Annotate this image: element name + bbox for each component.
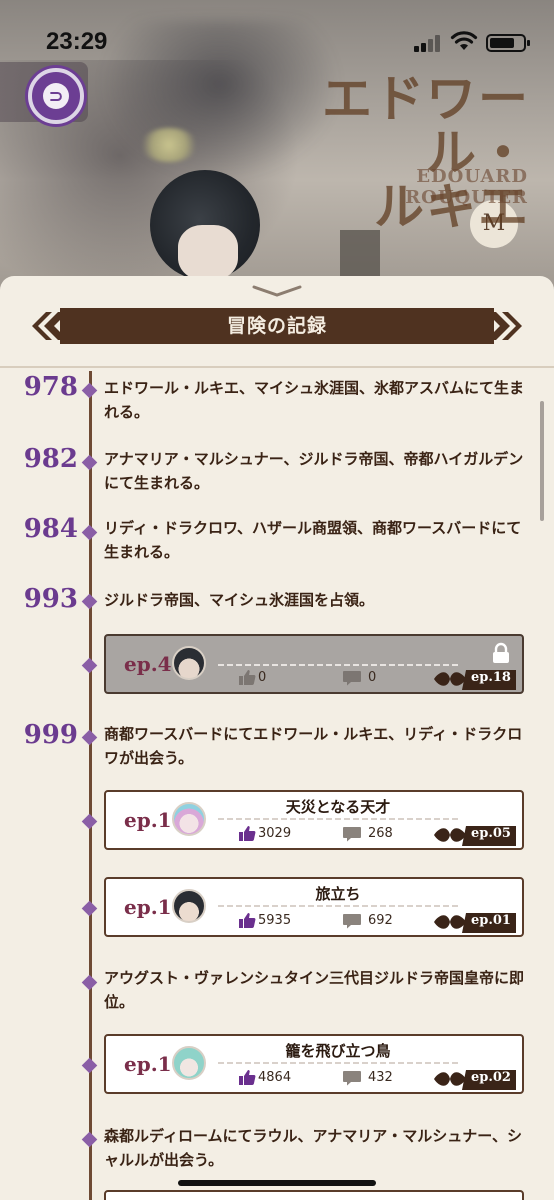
timeline-entry: 商都ワースバードにてエドワール・ルキエ、リディ・ドラクロワが出会う。 <box>104 725 523 767</box>
avatar <box>172 802 206 836</box>
episode-card-locked[interactable]: ep.4 0 0 ep.18 <box>104 634 524 694</box>
home-indicator[interactable] <box>178 1180 376 1186</box>
timeline-dot <box>81 593 98 610</box>
status-time: 23:29 <box>46 28 108 55</box>
lock-icon <box>493 642 509 663</box>
title-underline <box>218 664 458 666</box>
timeline-dot <box>81 524 98 541</box>
timeline-dot <box>81 900 98 917</box>
title-underline <box>218 818 458 820</box>
episode-tag-label: ep.05 <box>471 826 511 841</box>
hero-eye <box>140 128 198 162</box>
episode-number: ep.1 <box>124 1052 172 1076</box>
like-icon[interactable] <box>238 825 256 842</box>
timeline-year: 993 <box>23 584 78 614</box>
like-icon[interactable] <box>238 669 256 686</box>
section-header: 冒険の記録 <box>32 306 522 346</box>
episode-title: 籠を飛び立つ鳥 <box>285 1042 391 1060</box>
character-name-jp: エドワール・ ルキエ <box>220 72 530 234</box>
comment-icon[interactable] <box>342 1070 362 1086</box>
timeline-dot <box>81 454 98 471</box>
episode-number: ep.4 <box>124 652 172 676</box>
timeline-year: 982 <box>23 444 78 474</box>
character-name-en: EDOUARD ROUQUIER <box>405 166 528 208</box>
timeline-dot <box>81 382 98 399</box>
episode-tag: ep.01 <box>430 911 516 933</box>
episode-card[interactable] <box>104 1190 524 1200</box>
timeline-dot <box>81 974 98 991</box>
title-underline <box>218 1062 458 1064</box>
comment-icon[interactable] <box>342 670 362 686</box>
timeline-year: 984 <box>23 514 78 544</box>
scrollbar[interactable] <box>540 401 544 521</box>
comment-count: 0 <box>368 670 377 685</box>
episode-title: 天災となる天才 <box>285 798 391 816</box>
section-title: 冒険の記録 <box>226 315 327 337</box>
hero-badge-square <box>340 230 380 280</box>
timeline-line <box>89 371 92 1200</box>
episode-tag: ep.18 <box>430 668 516 690</box>
timeline-dot <box>81 657 98 674</box>
timeline-dot <box>81 1057 98 1074</box>
avatar <box>172 889 206 923</box>
timeline-entry: 森都ルディロームにてラウル、アナマリア・マルシュナー、シャルルが出会う。 <box>104 1127 523 1169</box>
signal-icon <box>414 34 442 52</box>
comment-icon[interactable] <box>342 826 362 842</box>
comment-count: 432 <box>368 1070 393 1085</box>
like-count: 5935 <box>258 913 292 928</box>
like-count: 0 <box>258 670 267 685</box>
battery-icon <box>486 34 530 52</box>
character-name-jp-line1: エドワール・ <box>322 69 530 182</box>
comment-icon[interactable] <box>342 913 362 929</box>
like-count: 3029 <box>258 826 292 841</box>
wifi-icon <box>450 31 478 50</box>
title-underline <box>218 905 458 907</box>
like-icon[interactable] <box>238 912 256 929</box>
timeline-entry: エドワール・ルキエ、マイシュ氷涯国、氷都アスバムにて生まれる。 <box>104 379 525 421</box>
episode-tag: ep.05 <box>430 824 516 846</box>
adventure-log-panel[interactable]: 冒険の記録 978 エドワール・ルキエ、マイシュ氷涯国、氷都アスバムにて生まれる… <box>0 276 554 1200</box>
episode-tag-label: ep.18 <box>471 670 511 685</box>
comment-count: 692 <box>368 913 393 928</box>
timeline-dot <box>81 1131 98 1148</box>
like-icon[interactable] <box>238 1069 256 1086</box>
timeline-entry: リディ・ドラクロワ、ハザール商盟領、商都ワースバードにて生まれる。 <box>104 519 522 561</box>
timeline-entry: アナマリア・マルシュナー、ジルドラ帝国、帝都ハイガルデンにて生まれる。 <box>104 450 524 492</box>
timeline-entry: アウグスト・ヴァレンシュタイン三代目ジルドラ帝国皇帝に即位。 <box>104 969 525 1011</box>
episode-card[interactable]: ep.1 旅立ち 5935 692 ep.01 <box>104 877 524 937</box>
like-count: 4864 <box>258 1070 292 1085</box>
episode-number: ep.1 <box>124 895 172 919</box>
timeline-year: 978 <box>23 372 78 402</box>
avatar <box>172 1046 206 1080</box>
episode-tag-label: ep.02 <box>471 1070 511 1085</box>
episode-card[interactable]: ep.1 天災となる天才 3029 268 ep.05 <box>104 790 524 850</box>
status-bar: 23:29 <box>0 0 554 88</box>
header-divider <box>0 366 554 368</box>
timeline-entry: ジルドラ帝国、マイシュ氷涯国を占領。 <box>104 591 375 609</box>
episode-title: 旅立ち <box>315 885 361 903</box>
timeline-dot <box>81 813 98 830</box>
episode-card[interactable]: ep.1 籠を飛び立つ鳥 4864 432 ep.02 <box>104 1034 524 1094</box>
comment-count: 268 <box>368 826 393 841</box>
avatar <box>172 646 206 680</box>
timeline-year: 999 <box>23 720 78 750</box>
episode-number: ep.1 <box>124 808 172 832</box>
timeline-dot <box>81 729 98 746</box>
episode-tag-label: ep.01 <box>471 913 511 928</box>
episode-tag: ep.02 <box>430 1068 516 1090</box>
chevron-down-icon[interactable] <box>252 284 302 298</box>
